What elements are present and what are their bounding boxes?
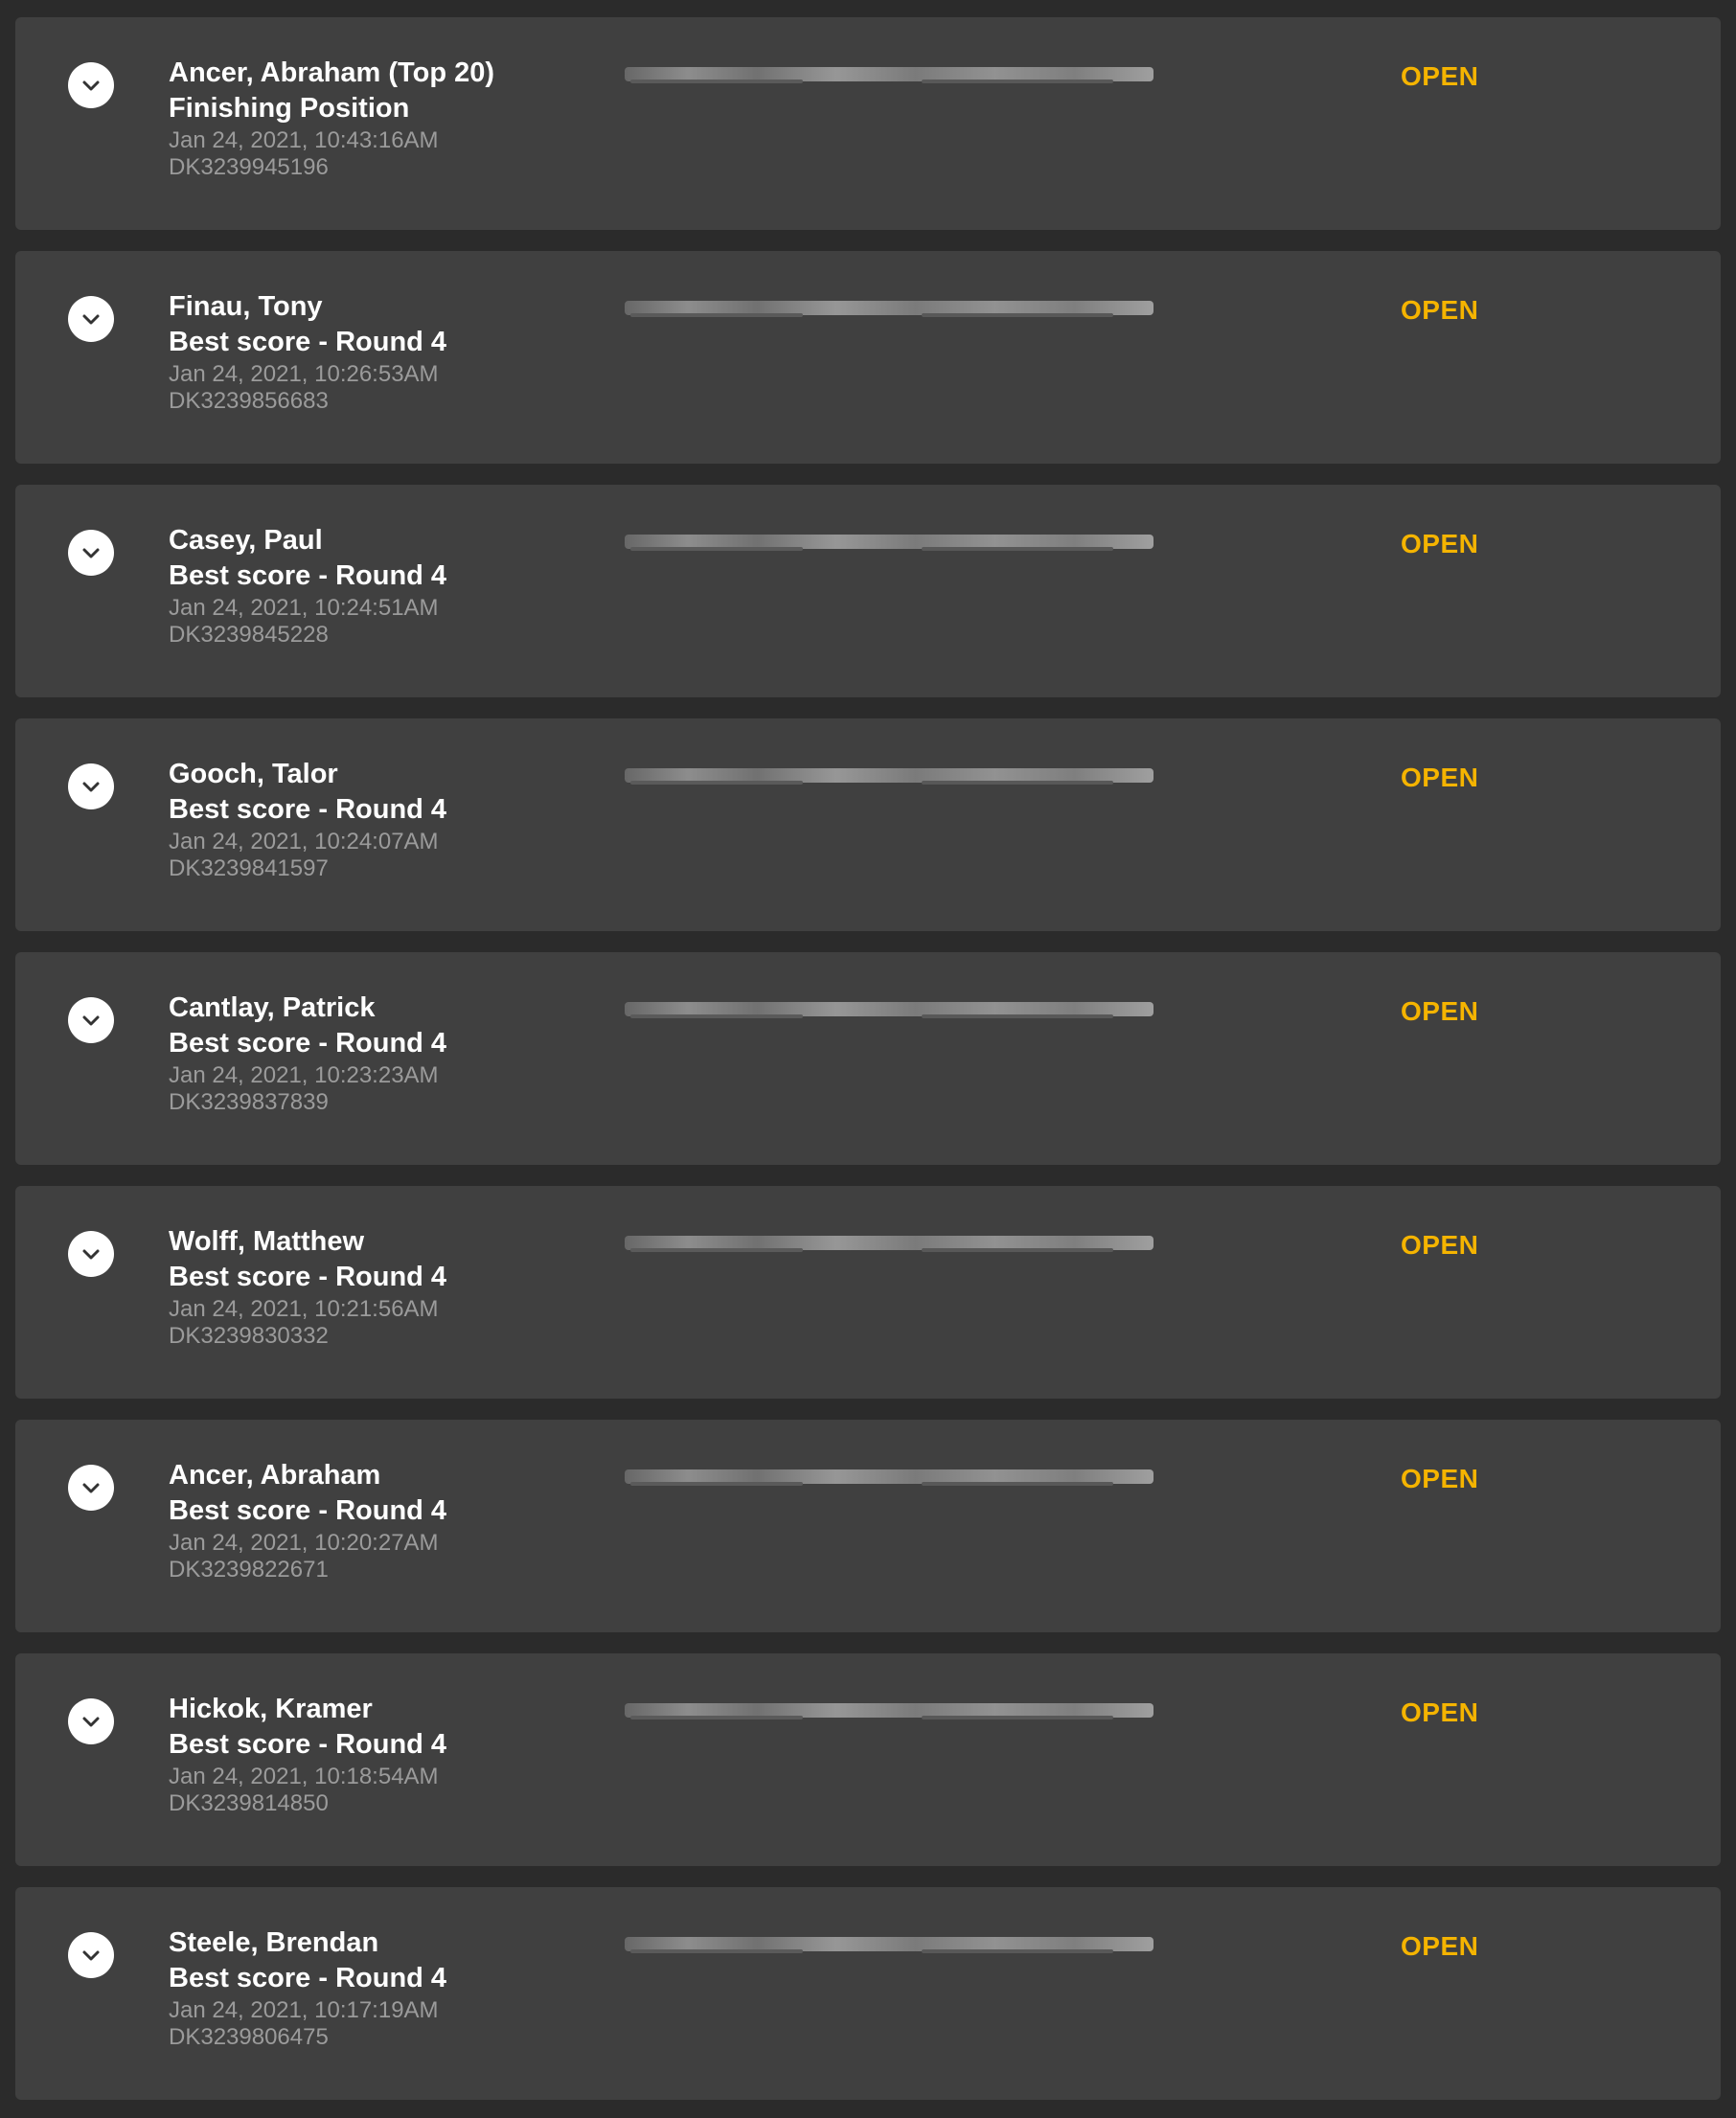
bet-info: Wolff, Matthew Best score - Round 4 Jan … [169, 1224, 609, 1350]
expand-button[interactable] [68, 530, 114, 576]
selection-name: Cantlay, Patrick [169, 992, 376, 1023]
expand-button[interactable] [68, 1231, 114, 1277]
chevron-down-icon [82, 782, 100, 792]
chevron-down-icon [82, 1950, 100, 1961]
chevron-down-icon [82, 548, 100, 558]
redacted-details [625, 1701, 1154, 1722]
bet-id: DK3239814850 [169, 1790, 329, 1816]
bet-card[interactable]: Wolff, Matthew Best score - Round 4 Jan … [15, 1186, 1721, 1399]
chevron-down-icon [82, 1249, 100, 1260]
status-badge: OPEN [1401, 529, 1479, 558]
redacted-details [625, 299, 1154, 320]
selection-name: Wolff, Matthew [169, 1226, 365, 1257]
chevron-down-icon [82, 80, 100, 91]
status-badge: OPEN [1401, 1230, 1479, 1260]
redacted-details [625, 1468, 1154, 1489]
bet-info: Steele, Brendan Best score - Round 4 Jan… [169, 1925, 609, 2051]
placed-date: Jan 24, 2021, 10:17:19AM [169, 1997, 439, 2023]
status-badge: OPEN [1401, 61, 1479, 91]
placed-date: Jan 24, 2021, 10:26:53AM [169, 361, 439, 387]
placed-date: Jan 24, 2021, 10:23:23AM [169, 1062, 439, 1088]
status-badge: OPEN [1401, 295, 1479, 325]
market-name: Best score - Round 4 [169, 1028, 447, 1059]
placed-date: Jan 24, 2021, 10:21:56AM [169, 1296, 439, 1322]
bet-id: DK3239856683 [169, 388, 329, 414]
redacted-details [625, 65, 1154, 86]
bet-info: Ancer, Abraham Best score - Round 4 Jan … [169, 1458, 609, 1583]
selection-name: Finau, Tony [169, 291, 323, 322]
status-badge: OPEN [1401, 763, 1479, 792]
market-name: Best score - Round 4 [169, 1495, 447, 1526]
status-badge: OPEN [1401, 1697, 1479, 1727]
chevron-down-icon [82, 314, 100, 325]
bet-card[interactable]: Steele, Brendan Best score - Round 4 Jan… [15, 1887, 1721, 2100]
selection-name: Steele, Brendan [169, 1927, 379, 1958]
bet-card[interactable]: Hickok, Kramer Best score - Round 4 Jan … [15, 1653, 1721, 1866]
bet-list: Ancer, Abraham (Top 20) Finishing Positi… [0, 0, 1736, 2118]
bet-id: DK3239945196 [169, 154, 329, 180]
bet-id: DK3239830332 [169, 1323, 329, 1349]
bet-card[interactable]: Ancer, Abraham Best score - Round 4 Jan … [15, 1420, 1721, 1632]
bet-card[interactable]: Gooch, Talor Best score - Round 4 Jan 24… [15, 718, 1721, 931]
selection-name: Ancer, Abraham [169, 1460, 381, 1491]
expand-button[interactable] [68, 1932, 114, 1978]
bet-card[interactable]: Casey, Paul Best score - Round 4 Jan 24,… [15, 485, 1721, 697]
expand-button[interactable] [68, 1465, 114, 1511]
bet-id: DK3239822671 [169, 1557, 329, 1583]
placed-date: Jan 24, 2021, 10:24:51AM [169, 595, 439, 621]
redacted-details [625, 1000, 1154, 1021]
expand-button[interactable] [68, 763, 114, 809]
bet-info: Cantlay, Patrick Best score - Round 4 Ja… [169, 991, 609, 1116]
bet-card[interactable]: Cantlay, Patrick Best score - Round 4 Ja… [15, 952, 1721, 1165]
chevron-down-icon [82, 1717, 100, 1727]
placed-date: Jan 24, 2021, 10:24:07AM [169, 829, 439, 854]
selection-name: Ancer, Abraham (Top 20) [169, 57, 495, 88]
market-name: Finishing Position [169, 93, 410, 124]
bet-card[interactable]: Ancer, Abraham (Top 20) Finishing Positi… [15, 17, 1721, 230]
bet-id: DK3239841597 [169, 855, 329, 881]
selection-name: Casey, Paul [169, 525, 323, 556]
placed-date: Jan 24, 2021, 10:20:27AM [169, 1530, 439, 1556]
market-name: Best score - Round 4 [169, 794, 447, 825]
bet-id: DK3239806475 [169, 2024, 329, 2050]
bet-info: Ancer, Abraham (Top 20) Finishing Positi… [169, 56, 609, 181]
market-name: Best score - Round 4 [169, 560, 447, 591]
redacted-details [625, 533, 1154, 554]
status-badge: OPEN [1401, 1464, 1479, 1493]
redacted-details [625, 766, 1154, 787]
expand-button[interactable] [68, 1698, 114, 1744]
selection-name: Gooch, Talor [169, 759, 338, 789]
selection-name: Hickok, Kramer [169, 1694, 373, 1724]
bet-info: Finau, Tony Best score - Round 4 Jan 24,… [169, 289, 609, 415]
bet-info: Casey, Paul Best score - Round 4 Jan 24,… [169, 523, 609, 649]
placed-date: Jan 24, 2021, 10:43:16AM [169, 127, 439, 153]
chevron-down-icon [82, 1483, 100, 1493]
market-name: Best score - Round 4 [169, 1963, 447, 1993]
expand-button[interactable] [68, 997, 114, 1043]
status-badge: OPEN [1401, 1931, 1479, 1961]
bet-card[interactable]: Finau, Tony Best score - Round 4 Jan 24,… [15, 251, 1721, 464]
market-name: Best score - Round 4 [169, 1729, 447, 1760]
bet-id: DK3239837839 [169, 1089, 329, 1115]
expand-button[interactable] [68, 296, 114, 342]
bet-info: Gooch, Talor Best score - Round 4 Jan 24… [169, 757, 609, 882]
chevron-down-icon [82, 1015, 100, 1026]
status-badge: OPEN [1401, 996, 1479, 1026]
redacted-details [625, 1234, 1154, 1255]
expand-button[interactable] [68, 62, 114, 108]
market-name: Best score - Round 4 [169, 327, 447, 357]
market-name: Best score - Round 4 [169, 1262, 447, 1292]
bet-info: Hickok, Kramer Best score - Round 4 Jan … [169, 1692, 609, 1817]
bet-id: DK3239845228 [169, 622, 329, 648]
redacted-details [625, 1935, 1154, 1956]
placed-date: Jan 24, 2021, 10:18:54AM [169, 1764, 439, 1789]
